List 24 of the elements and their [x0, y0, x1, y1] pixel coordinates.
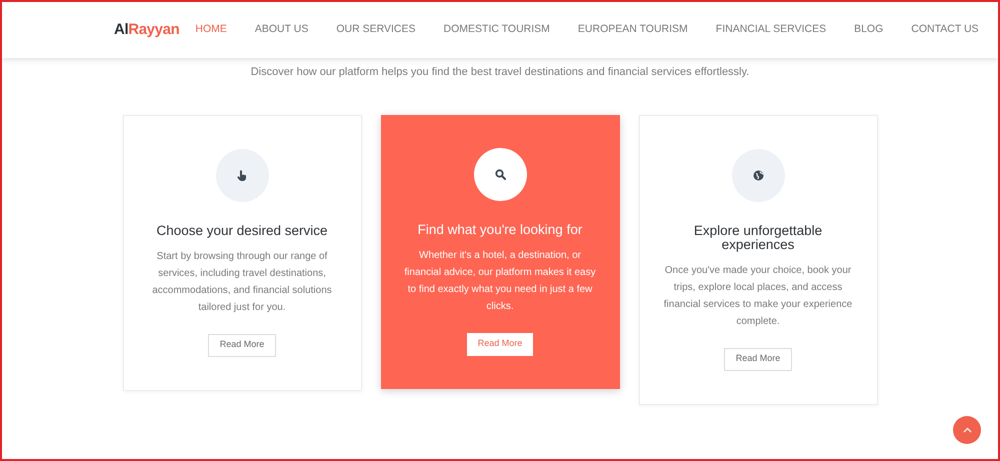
- nav-link[interactable]: OUR SERVICES: [334, 22, 418, 38]
- card-description: Once you've made your choice, book your trips, explore local places, and access financial services to make your experience complete.: [662, 264, 854, 328]
- section-subtitle: Discover how our platform helps you find the best travel destinations and financial services effortlessly.: [250, 65, 750, 80]
- site-logo[interactable]: AlRayyan: [114, 18, 180, 42]
- card-description: Whether it's a hotel, a destination, or financial advice, our platform makes it easy to find exactly what you need in just a few clicks.: [403, 248, 597, 314]
- card-title: Choose your desired service: [156, 224, 328, 238]
- nav-link[interactable]: BLOG: [852, 22, 886, 38]
- read-more-button[interactable]: Read More: [724, 348, 792, 370]
- nav-link[interactable]: CONTACT US: [909, 22, 981, 38]
- chevron-up-icon: [962, 427, 972, 433]
- nav-link[interactable]: ABOUT US: [252, 22, 310, 38]
- card-title: Explore unforgettable experiences: [692, 224, 824, 252]
- nav-link[interactable]: HOME: [193, 22, 229, 38]
- nav-link[interactable]: EUROPEAN TOURISM: [576, 22, 690, 38]
- globe-icon: [752, 170, 764, 180]
- search-icon: [494, 168, 506, 180]
- nav-link[interactable]: DOMESTIC TOURISM: [442, 22, 552, 38]
- read-more-button[interactable]: Read More: [208, 334, 276, 356]
- card-description: Start by browsing through our range of services, including travel destinations, accommodations, and financial solutions tailored just for you.: [151, 250, 333, 314]
- nav-link[interactable]: FINANCIAL SERVICES: [714, 22, 828, 38]
- read-more-button[interactable]: Read More: [466, 332, 534, 356]
- pointer-hand-icon: [237, 170, 247, 180]
- scroll-to-top-button[interactable]: [953, 416, 981, 444]
- card-title: Find what you're looking for: [418, 222, 582, 236]
